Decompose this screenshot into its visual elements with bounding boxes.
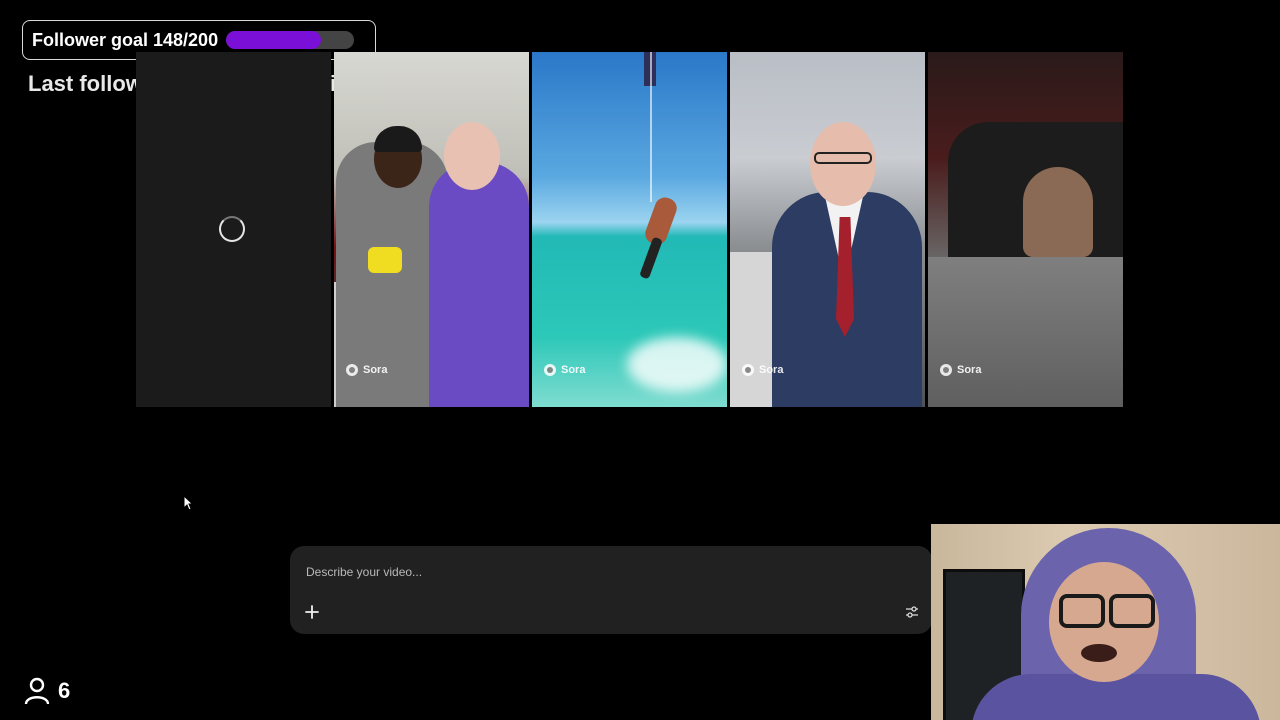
follower-goal-text: Follower goal 148/200 xyxy=(32,29,219,50)
sora-watermark: Sora xyxy=(940,364,981,376)
sora-watermark: Sora xyxy=(742,364,783,376)
scene-mouth xyxy=(1081,644,1117,662)
sora-logo-icon xyxy=(742,364,754,376)
scene-glasses xyxy=(814,152,872,164)
viewer-count: 6 xyxy=(24,677,70,705)
video-tile-kitesurf[interactable]: Sora xyxy=(532,52,727,407)
sora-watermark-label: Sora xyxy=(561,364,586,376)
sora-watermark-label: Sora xyxy=(759,364,784,376)
sora-logo-icon xyxy=(346,364,358,376)
settings-button[interactable] xyxy=(902,602,922,622)
sora-watermark-label: Sora xyxy=(363,364,388,376)
scene-car-door xyxy=(928,257,1123,407)
scene-yellow-cloth xyxy=(368,247,402,273)
prompt-composer xyxy=(290,546,932,634)
mouse-cursor-icon xyxy=(183,495,193,511)
plus-icon xyxy=(305,605,319,619)
scene-glasses-right xyxy=(1109,594,1155,628)
scene-kite-line xyxy=(650,52,652,202)
scene-head xyxy=(810,122,876,206)
scene-driver xyxy=(1023,167,1093,257)
sora-watermark: Sora xyxy=(544,364,585,376)
scene-board xyxy=(639,236,663,280)
scene-head-right xyxy=(444,122,500,190)
follower-goal-progress-bar xyxy=(226,31,355,49)
follower-goal-progress-fill xyxy=(226,31,321,49)
sora-logo-icon xyxy=(544,364,556,376)
video-tile-suit[interactable]: Sora xyxy=(730,52,925,407)
scene-person-right xyxy=(429,162,529,407)
user-icon xyxy=(24,677,50,705)
video-tile-loading[interactable] xyxy=(136,52,331,407)
scene-shoulders xyxy=(971,674,1261,720)
webcam-feed xyxy=(931,524,1280,720)
add-attachment-button[interactable] xyxy=(301,601,323,623)
sora-logo-icon xyxy=(940,364,952,376)
describe-video-input[interactable] xyxy=(304,564,868,580)
loading-spinner-icon xyxy=(219,216,245,242)
sora-watermark-label: Sora xyxy=(957,364,982,376)
scene-spray xyxy=(627,337,727,392)
viewer-count-value: 6 xyxy=(58,678,71,703)
video-tile-garage[interactable]: Sora xyxy=(334,52,529,407)
scene-hat xyxy=(374,126,422,152)
scene-glasses-left xyxy=(1059,594,1105,628)
sora-watermark: Sora xyxy=(346,364,387,376)
video-tile-car[interactable]: Sora xyxy=(928,52,1123,407)
video-grid: Sora Sora Sora Sora xyxy=(136,52,1124,407)
sliders-icon xyxy=(906,606,918,618)
